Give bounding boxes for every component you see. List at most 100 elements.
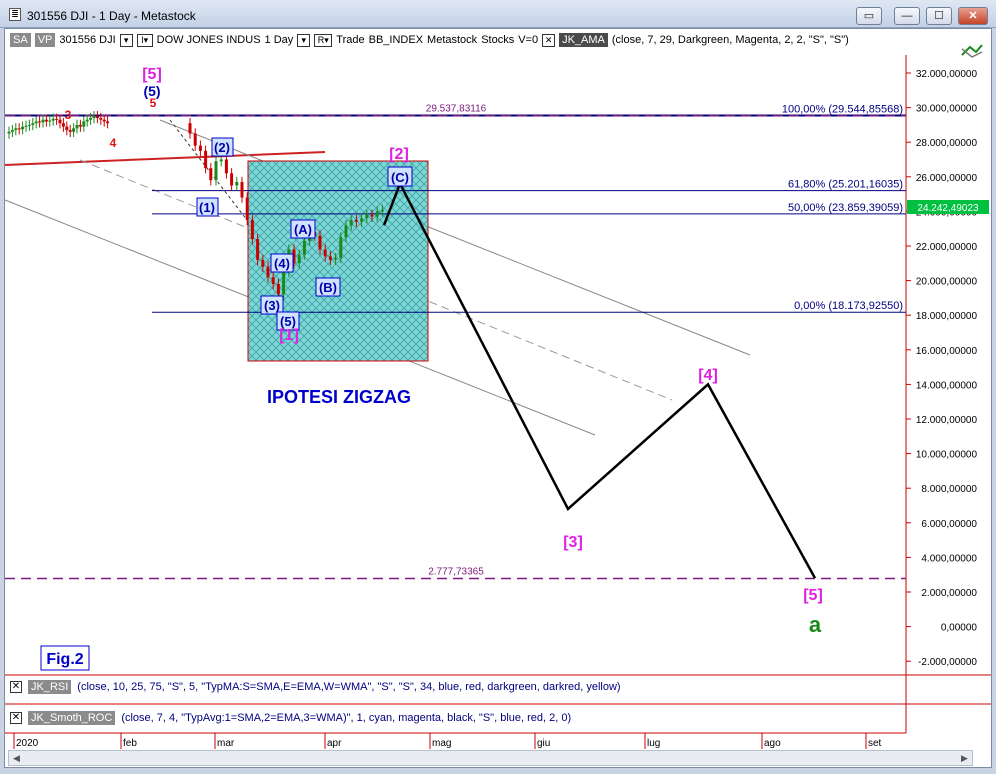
fib-level-label: 50,00% (23.859,39059)	[788, 202, 903, 214]
fib-level-label: 100,00% (29.544,85568)	[782, 103, 903, 115]
candle-body	[85, 119, 89, 122]
candle-body	[27, 124, 31, 126]
x-tick-label: ago	[764, 738, 781, 749]
y-axis-ticks: 32.000,00000 30.000,00000 28.000,00000 26.0…	[906, 69, 977, 668]
candle-body	[339, 237, 343, 259]
scroll-right-icon[interactable]: ▶	[958, 752, 971, 764]
y-tick-label: 18.000,00000	[916, 311, 978, 322]
candle-body	[92, 116, 96, 118]
candle-body	[302, 240, 306, 255]
candle-body	[10, 130, 14, 132]
figure-label: Fig.2	[46, 651, 83, 668]
y-tick-label: -2.000,00000	[918, 657, 977, 668]
candle-body	[51, 118, 55, 121]
candle-body	[193, 133, 197, 146]
candle-body	[68, 130, 72, 132]
candle-body	[334, 258, 338, 260]
y-tick-label: 8.000,00000	[921, 484, 977, 495]
candle-body	[58, 119, 62, 124]
indicator-rsi-params: (close, 10, 25, 75, "S", 5, "TypMA:S=SMA…	[77, 681, 621, 693]
candle-body	[354, 220, 358, 222]
candle-body	[44, 119, 48, 122]
horizontal-scrollbar[interactable]: ◀ ▶	[8, 750, 973, 766]
candle-body	[282, 271, 286, 295]
candle-body	[349, 220, 353, 226]
wave-label-4-red: 4	[110, 136, 117, 150]
candle-body	[41, 119, 45, 123]
y-tick-label: 4.000,00000	[921, 553, 977, 564]
candle-body	[375, 211, 379, 217]
candle-body	[328, 256, 332, 260]
y-tick-label: 22.000,00000	[916, 242, 978, 253]
y-tick-label: 20.000,00000	[916, 277, 978, 288]
candle-body	[230, 173, 234, 186]
indicator-roc-name[interactable]: JK_Smoth_ROC	[28, 711, 116, 725]
last-value-text: 24.242,49023	[917, 203, 979, 214]
x-tick-label: feb	[123, 738, 137, 749]
y-tick-label: 14.000,00000	[916, 380, 978, 391]
fibonacci-levels: 100,00% (29.544,85568) 61,80% (25.201,160…	[5, 103, 906, 580]
dashed-level-label: 2.777,73365	[428, 567, 484, 578]
scroll-left-icon[interactable]: ◀	[10, 752, 23, 764]
candle-body	[102, 119, 106, 122]
candle-body	[14, 128, 18, 131]
indicator-roc-params: (close, 7, 4, "TypAvg:1=SMA,2=EMA,3=WMA)…	[121, 712, 572, 724]
candle-body	[55, 118, 59, 120]
fib-level-label: 61,80% (25.201,16035)	[788, 179, 903, 191]
candle-body	[21, 126, 25, 130]
x-tick-label: lug	[647, 738, 660, 749]
y-tick-label: 30.000,00000	[916, 104, 978, 115]
candle-body	[61, 123, 65, 127]
indicator-rsi-name[interactable]: JK_RSI	[28, 680, 72, 694]
candle-body	[78, 124, 82, 127]
y-tick-label: 6.000,00000	[921, 519, 977, 530]
candle-body	[344, 225, 348, 238]
candle-body	[365, 214, 369, 219]
y-tick-label: 12.000,00000	[916, 415, 978, 426]
candle-body	[198, 145, 202, 151]
candle-body	[297, 254, 301, 264]
y-tick-label: 0,00000	[941, 623, 978, 634]
y-tick-label: 26.000,00000	[916, 173, 978, 184]
candle-body	[360, 218, 364, 222]
candle-body	[48, 120, 52, 122]
candle-body	[256, 239, 260, 260]
wave-label-a: (A)	[294, 222, 312, 237]
candle-body	[276, 284, 280, 295]
candle-body	[95, 116, 99, 118]
wave-label-2: (2)	[214, 140, 230, 155]
candle-body	[31, 123, 35, 125]
candle-body	[266, 266, 270, 278]
remove-roc-button[interactable]: ✕	[10, 712, 22, 724]
wave-label-4: (4)	[274, 256, 290, 271]
candle-body	[188, 123, 192, 134]
wave-label-a-green: a	[809, 612, 822, 637]
remove-rsi-button[interactable]: ✕	[10, 681, 22, 693]
candle-body	[65, 126, 69, 131]
candle-body	[240, 181, 244, 198]
fib-level-label: 0,00% (18.173,92550)	[794, 300, 903, 312]
x-tick-label: mar	[217, 738, 235, 749]
x-tick-label: mag	[432, 738, 451, 749]
candle-body	[24, 125, 28, 127]
candle-body	[34, 121, 38, 124]
wave-label-b: (B)	[319, 280, 337, 295]
candle-body	[235, 181, 239, 186]
candle-body	[271, 277, 275, 285]
x-axis-ticks: 2020 feb mar apr mag giu lug ago set	[13, 733, 882, 749]
wave-label-3: (3)	[264, 298, 280, 313]
candle-body	[370, 214, 374, 217]
candle-body	[250, 220, 254, 240]
wave-label-top-5-red: 5	[150, 96, 157, 110]
candle-body	[106, 121, 110, 124]
candle-body	[89, 117, 93, 120]
candle-body	[7, 131, 11, 134]
wave-label-3-red: 3	[65, 108, 72, 122]
chart-tool-icon	[961, 44, 983, 58]
wave-label-m5: [5]	[803, 587, 823, 604]
candle-body	[323, 249, 327, 257]
candle-body	[224, 159, 228, 174]
candle-body	[261, 259, 265, 267]
wave-label-c: (C)	[391, 170, 409, 185]
wave-label-m3: [3]	[563, 534, 583, 551]
